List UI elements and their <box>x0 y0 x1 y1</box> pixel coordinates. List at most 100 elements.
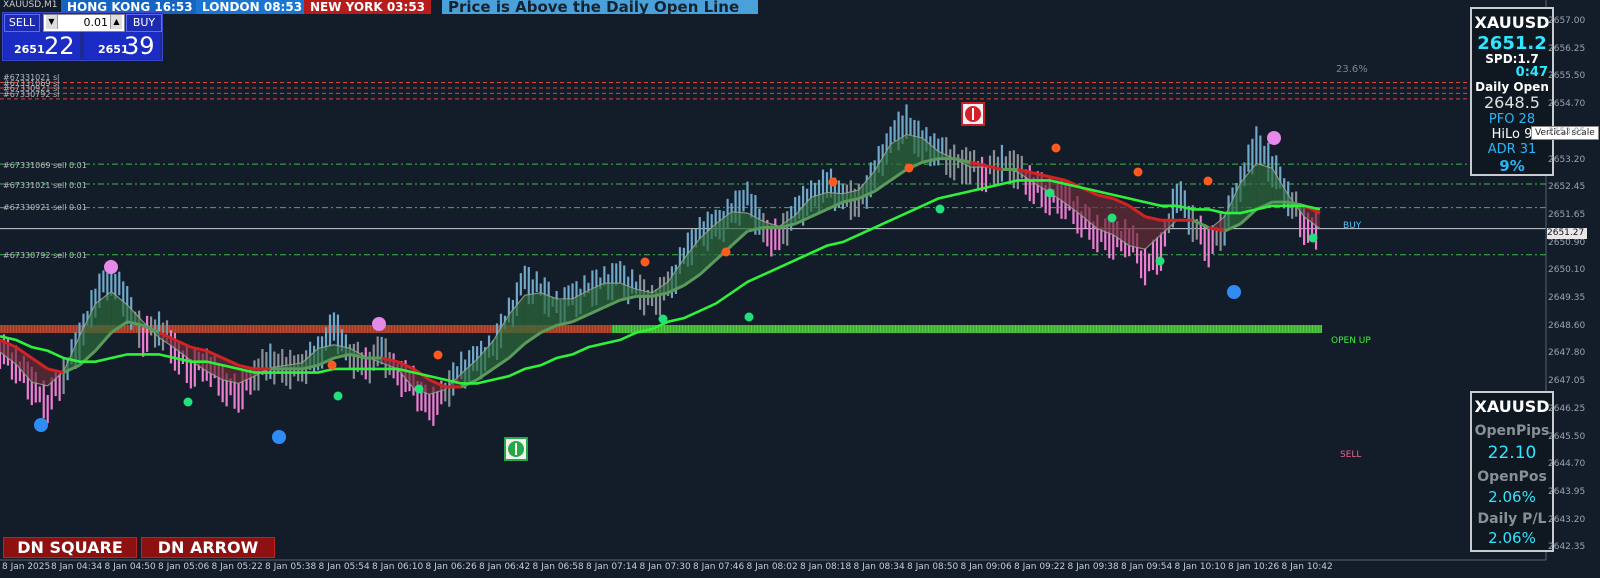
swing-low-dot <box>1107 213 1117 223</box>
swing-low-dot <box>414 384 424 394</box>
time-axis-label: 8 Jan 08:18 <box>800 562 852 572</box>
open-pips-label: OpenPips <box>1474 423 1550 439</box>
one-click-trade-panel: SELL ▼ 0.01 ▲ BUY 2651 22 2651 39 <box>2 12 163 61</box>
lot-decrease-icon[interactable]: ▼ <box>46 15 58 29</box>
time-axis-label: 8 Jan 08:02 <box>746 562 798 572</box>
swing-high-dot <box>640 257 650 267</box>
order-sell-label: #67331021 sell 0.01 <box>3 181 87 190</box>
buy-price[interactable]: 2651 39 <box>84 32 160 60</box>
price-axis-label: 2643.20 <box>1548 514 1586 525</box>
info-adr: ADR 31 <box>1487 142 1537 157</box>
price-axis-label: 2652.45 <box>1548 182 1586 193</box>
time-axis-label: 8 Jan 2025 <box>2 562 51 572</box>
peak-marker <box>372 317 386 331</box>
price-axis-label: 2657.00 <box>1548 16 1586 26</box>
swing-high-dot <box>828 177 838 187</box>
swing-low-dot <box>1045 188 1055 198</box>
price-position-banner: Price is Above the Daily Open Line <box>442 0 758 15</box>
time-axis-label: 8 Jan 08:50 <box>907 562 959 572</box>
lot-increase-icon[interactable]: ▲ <box>110 15 122 29</box>
peak-marker <box>1267 131 1281 145</box>
swing-high-dot <box>904 163 914 173</box>
trough-marker <box>1227 285 1241 299</box>
daily-pl-value: 2.06% <box>1488 529 1536 547</box>
time-axis-label: 8 Jan 06:42 <box>479 562 531 572</box>
price-axis-label: 2647.05 <box>1548 376 1586 387</box>
session-london: LONDON 08:53 <box>196 0 310 14</box>
session-newyork: NEW YORK 03:53 <box>304 0 431 14</box>
sell-button[interactable]: SELL <box>4 14 40 32</box>
time-axis-label: 8 Jan 06:58 <box>532 562 584 572</box>
price-chart[interactable] <box>0 0 1600 578</box>
lot-size-input[interactable]: ▼ 0.01 ▲ <box>43 14 125 32</box>
daily-pl-label: Daily P/L <box>1477 511 1547 527</box>
time-axis-label: 8 Jan 08:34 <box>853 562 905 572</box>
time-axis-label: 8 Jan 07:30 <box>639 562 691 572</box>
order-sl-label: #67330792 sl <box>3 90 60 99</box>
price-axis-label: 2648.60 <box>1548 320 1586 331</box>
buy-price-minor: 39 <box>124 32 155 60</box>
swing-low-dot <box>658 314 668 324</box>
swing-high-dot <box>1203 176 1213 186</box>
time-axis-label: 8 Jan 04:50 <box>104 562 156 572</box>
swing-low-dot <box>935 204 945 214</box>
sell-zone-label: SELL <box>1340 450 1362 460</box>
swing-low-dot <box>183 397 193 407</box>
trough-marker <box>34 418 48 432</box>
time-axis-label: 8 Jan 06:10 <box>372 562 424 572</box>
symbol-info-panel: XAUUSD 2651.2 SPD:1.7 0:47 Daily Open 26… <box>1470 7 1554 176</box>
swing-low-dot <box>744 312 754 322</box>
price-axis-label: 2650.90 <box>1548 237 1586 248</box>
time-axis-label: 8 Jan 06:26 <box>425 562 477 572</box>
time-axis-label: 8 Jan 09:06 <box>960 562 1012 572</box>
open-up-label: OPEN UP <box>1331 336 1371 346</box>
price-axis-label: 2647.80 <box>1548 348 1586 359</box>
price-axis-label: 2656.25 <box>1548 43 1586 54</box>
time-axis-label: 8 Jan 05:54 <box>318 562 370 572</box>
price-axis-label: 2649.35 <box>1548 293 1586 303</box>
sell-price[interactable]: 2651 22 <box>4 32 80 60</box>
swing-high-dot <box>1133 167 1143 177</box>
buy-button[interactable]: BUY <box>126 14 162 32</box>
time-axis-label: 8 Jan 10:26 <box>1228 562 1280 572</box>
info-timer: 0:47 <box>1515 65 1548 80</box>
chart-symbol-title: XAUUSD,M1 <box>3 0 58 10</box>
price-axis-label: 2642.35 <box>1548 542 1586 553</box>
window-close-icon[interactable]: ˇ <box>1320 0 1326 7</box>
time-axis-label: 8 Jan 05:22 <box>211 562 263 572</box>
swing-high-dot <box>721 247 731 257</box>
price-axis-label: 2653.20 <box>1548 154 1586 165</box>
price-axis-label: 2654.70 <box>1548 99 1586 110</box>
open-pos-label: OpenPos <box>1477 469 1547 485</box>
order-sell-label: #67330792 sell 0.01 <box>3 251 87 260</box>
order-sell-label: #67330921 sell 0.01 <box>3 203 87 212</box>
info-pct: 9% <box>1499 157 1525 175</box>
trough-marker <box>272 430 286 444</box>
peak-marker <box>104 260 118 274</box>
dn-arrow-button[interactable]: DN ARROW <box>141 537 275 558</box>
price-axis-label: 2644.70 <box>1548 459 1586 470</box>
info-price: 2651.2 <box>1477 33 1547 54</box>
price-axis-label: 2646.25 <box>1548 403 1586 414</box>
open-pips-value: 22.10 <box>1487 443 1537 463</box>
positions-info-panel: XAUUSD OpenPips 22.10 OpenPos 2.06% Dail… <box>1470 391 1554 552</box>
time-axis-label: 8 Jan 09:22 <box>1014 562 1066 572</box>
sell-price-major: 2651 <box>14 43 45 56</box>
time-axis-label: 8 Jan 05:38 <box>265 562 317 572</box>
info-daily-open-label: Daily Open <box>1475 80 1549 94</box>
buy-zone-label: BUY <box>1343 221 1362 231</box>
swing-high-dot <box>433 350 443 360</box>
info-spread: SPD:1.7 <box>1485 52 1539 66</box>
time-axis-label: 8 Jan 10:42 <box>1281 562 1333 572</box>
positions-symbol: XAUUSD <box>1474 397 1550 416</box>
time-axis-label: 8 Jan 07:14 <box>586 562 638 572</box>
daily-open-band-green <box>612 325 1322 334</box>
order-sell-label: #67331069 sell 0.01 <box>3 161 87 170</box>
fib-label: 23.6% <box>1336 64 1368 75</box>
time-axis-label: 8 Jan 09:54 <box>1121 562 1173 572</box>
current-price-tag: 2651.27 <box>1547 228 1587 239</box>
price-axis-label: 2653.95 <box>1548 126 1586 137</box>
time-axis-label: 8 Jan 09:38 <box>1067 562 1119 572</box>
open-pos-value: 2.06% <box>1488 488 1536 506</box>
dn-square-button[interactable]: DN SQUARE <box>3 537 137 558</box>
